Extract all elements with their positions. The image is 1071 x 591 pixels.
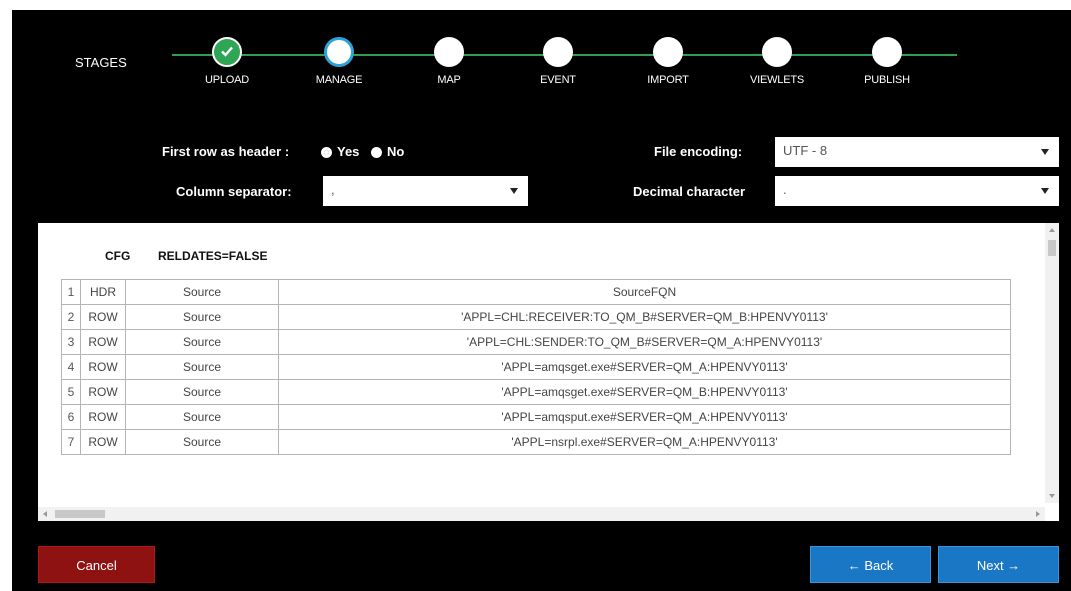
column-separator-select[interactable]: , (323, 176, 528, 206)
stage-name: MAP (437, 74, 461, 86)
decimal-character-select[interactable]: . (775, 176, 1059, 206)
header-yes-radio[interactable] (321, 147, 332, 158)
stage-name: PUBLISH (864, 74, 910, 86)
stage-upload[interactable]: UPLOAD (177, 37, 277, 86)
source-cell: Source (125, 279, 279, 305)
next-button[interactable]: Next → (938, 546, 1059, 583)
table-row: 5 ROW Source 'APPL=amqsget.exe#SERVER=QM… (61, 379, 1011, 405)
stage-name: IMPORT (647, 74, 689, 86)
row-number: 5 (61, 379, 81, 405)
row-type-cell: ROW (80, 429, 126, 455)
column-separator-value: , (331, 182, 335, 197)
horizontal-scrollbar[interactable] (38, 507, 1045, 521)
stage-name: VIEWLETS (749, 74, 805, 86)
table-row: 3 ROW Source 'APPL=CHL:SENDER:TO_QM_B#SE… (61, 329, 1011, 355)
stages-label: STAGES (75, 55, 127, 70)
table-row: 1 HDR Source SourceFQN (61, 279, 1011, 305)
stage-map[interactable]: MAP (399, 37, 499, 86)
source-fqn-cell: 'APPL=amqsget.exe#SERVER=QM_B:HPENVY0113… (278, 379, 1011, 405)
header-no-label[interactable]: No (387, 144, 404, 159)
decimal-character-label: Decimal character (633, 184, 746, 199)
row-type-cell: ROW (80, 354, 126, 380)
source-cell: Source (125, 379, 279, 405)
row-type-cell: ROW (80, 404, 126, 430)
check-icon (212, 37, 242, 67)
stage-dot (543, 37, 573, 67)
header-no-radio[interactable] (371, 147, 382, 158)
decimal-character-value: . (783, 182, 787, 197)
source-cell: Source (125, 429, 279, 455)
horizontal-scroll-thumb[interactable] (55, 510, 105, 518)
source-cell: Source (125, 329, 279, 355)
stage-event[interactable]: EVENT (508, 37, 608, 86)
row-number: 4 (61, 354, 81, 380)
source-fqn-cell: 'APPL=amqsput.exe#SERVER=QM_A:HPENVY0113… (278, 404, 1011, 430)
cfg-value: RELDATES=FALSE (158, 249, 268, 263)
scroll-left-icon[interactable] (43, 511, 47, 517)
file-encoding-value: UTF - 8 (783, 143, 828, 158)
row-number: 6 (61, 404, 81, 430)
row-type-cell: HDR (80, 279, 126, 305)
stage-name: EVENT (540, 74, 576, 86)
source-fqn-cell: 'APPL=CHL:SENDER:TO_QM_B#SERVER=QM_A:HPE… (278, 329, 1011, 355)
vertical-scrollbar[interactable] (1045, 223, 1059, 503)
stage-viewlets[interactable]: VIEWLETS (727, 37, 827, 86)
header-yes-label[interactable]: Yes (337, 144, 359, 159)
chevron-down-icon (510, 188, 518, 194)
row-type-cell: ROW (80, 304, 126, 330)
table-row: 7 ROW Source 'APPL=nsrpl.exe#SERVER=QM_A… (61, 429, 1011, 455)
stage-dot (762, 37, 792, 67)
row-number: 7 (61, 429, 81, 455)
scroll-up-icon[interactable] (1049, 228, 1055, 232)
back-button[interactable]: ← Back (810, 546, 931, 583)
preview-table: 1 HDR Source SourceFQN 2 ROW Source 'APP… (61, 279, 1011, 455)
stage-dot (872, 37, 902, 67)
chevron-down-icon (1041, 149, 1049, 155)
stage-active-dot (324, 37, 354, 67)
file-encoding-select[interactable]: UTF - 8 (775, 137, 1059, 167)
preview-table-panel[interactable]: CFG RELDATES=FALSE 1 HDR Source SourceFQ… (38, 223, 1059, 521)
stage-manage[interactable]: MANAGE (289, 37, 389, 86)
row-number: 1 (61, 279, 81, 305)
stage-import[interactable]: IMPORT (618, 37, 718, 86)
row-type-cell: ROW (80, 329, 126, 355)
stage-name: MANAGE (315, 74, 363, 86)
source-cell: Source (125, 354, 279, 380)
first-row-header-label: First row as header : (162, 144, 290, 159)
stage-publish[interactable]: PUBLISH (837, 37, 937, 86)
stage-dot (434, 37, 464, 67)
cancel-button[interactable]: Cancel (38, 546, 155, 583)
cfg-label: CFG (105, 249, 131, 263)
stage-name: UPLOAD (204, 74, 250, 86)
row-type-cell: ROW (80, 379, 126, 405)
table-row: 6 ROW Source 'APPL=amqsput.exe#SERVER=QM… (61, 404, 1011, 430)
source-cell: Source (125, 404, 279, 430)
source-fqn-cell: SourceFQN (278, 279, 1011, 305)
stage-dot (653, 37, 683, 67)
row-number: 3 (61, 329, 81, 355)
scroll-right-icon[interactable] (1036, 511, 1040, 517)
scroll-down-icon[interactable] (1049, 494, 1055, 498)
import-wizard: STAGES UPLOAD MANAGE MAP EVENT IMPORT VI… (12, 10, 1071, 591)
source-fqn-cell: 'APPL=amqsget.exe#SERVER=QM_A:HPENVY0113… (278, 354, 1011, 380)
chevron-down-icon (1041, 188, 1049, 194)
vertical-scroll-thumb[interactable] (1048, 240, 1056, 256)
row-number: 2 (61, 304, 81, 330)
column-separator-label: Column separator: (176, 184, 292, 199)
source-fqn-cell: 'APPL=CHL:RECEIVER:TO_QM_B#SERVER=QM_B:H… (278, 304, 1011, 330)
file-encoding-label: File encoding: (654, 144, 743, 159)
source-cell: Source (125, 304, 279, 330)
table-row: 4 ROW Source 'APPL=amqsget.exe#SERVER=QM… (61, 354, 1011, 380)
source-fqn-cell: 'APPL=nsrpl.exe#SERVER=QM_A:HPENVY0113' (278, 429, 1011, 455)
table-row: 2 ROW Source 'APPL=CHL:RECEIVER:TO_QM_B#… (61, 304, 1011, 330)
